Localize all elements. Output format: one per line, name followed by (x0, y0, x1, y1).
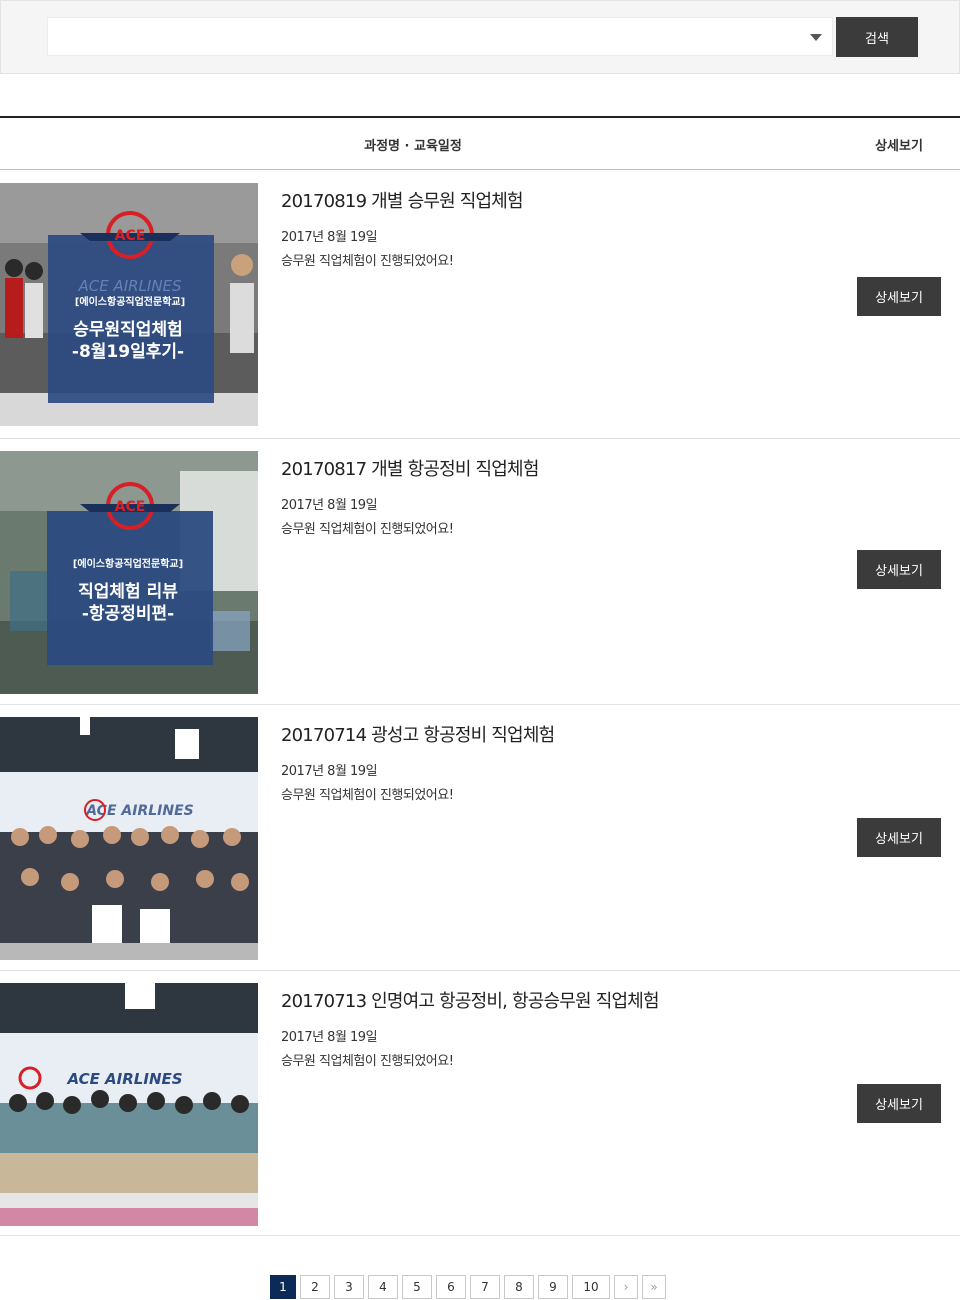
page-link-6[interactable]: 6 (436, 1275, 466, 1299)
row-title[interactable]: 20170819 개별 승무원 직업체험 (281, 187, 524, 213)
thumb-school-text: [에이스항공직업전문학교] (75, 295, 185, 308)
search-category-select[interactable] (47, 17, 833, 56)
detail-button[interactable]: 상세보기 (857, 818, 941, 857)
detail-button[interactable]: 상세보기 (857, 277, 941, 316)
svg-text:ACE: ACE (115, 228, 146, 244)
brand-text: ACE AIRLINES (77, 277, 182, 295)
page-link-8[interactable]: 8 (504, 1275, 534, 1299)
double-chevron-right-icon[interactable]: » (642, 1275, 666, 1299)
table-header: 과정명 · 교육일정 상세보기 (0, 116, 960, 170)
table-row: ACE ACE AIRLINES [에이스항공직업전문학교] 승무원직업체험 -… (0, 171, 960, 439)
row-date: 2017년 8월 19일 (281, 498, 378, 513)
thumb-school-text: [에이스항공직업전문학교] (73, 557, 183, 570)
detail-button[interactable]: 상세보기 (857, 550, 941, 589)
page-link-5[interactable]: 5 (402, 1275, 432, 1299)
row-thumbnail[interactable]: ACE AIRLINES (0, 983, 258, 1226)
table-row: ACE [에이스항공직업전문학교] 직업체험 리뷰 -항공정비편- 201708… (0, 439, 960, 705)
detail-button[interactable]: 상세보기 (857, 1084, 941, 1123)
row-title[interactable]: 20170713 인명여고 항공정비, 항공승무원 직업체험 (281, 987, 660, 1013)
chevron-right-icon[interactable]: › (614, 1275, 638, 1299)
row-date: 2017년 8월 19일 (281, 764, 378, 779)
header-title-column: 과정명 · 교육일정 (364, 138, 462, 154)
search-bar: 검색 (0, 0, 960, 74)
page-link-9[interactable]: 9 (538, 1275, 568, 1299)
row-thumbnail[interactable]: ACE AIRLINES (0, 717, 258, 960)
row-title[interactable]: 20170817 개별 항공정비 직업체험 (281, 455, 539, 481)
table-row: ACE AIRLINES 20170714 광성고 항공정비 직업체험 2017… (0, 705, 960, 971)
table-row: ACE AIRLINES 20170713 인명여고 항공정비, 항공승무원 직… (0, 971, 960, 1236)
page-link-10[interactable]: 10 (572, 1275, 610, 1299)
thumb-line1: 직업체험 리뷰 (78, 581, 178, 602)
row-thumbnail[interactable]: ACE ACE AIRLINES [에이스항공직업전문학교] 승무원직업체험 -… (0, 183, 258, 426)
row-date: 2017년 8월 19일 (281, 230, 378, 245)
row-title[interactable]: 20170714 광성고 항공정비 직업체험 (281, 721, 555, 747)
search-button[interactable]: 검색 (836, 17, 918, 57)
brand-text: ACE AIRLINES (66, 1070, 182, 1088)
thumb-line1: 승무원직업체험 (73, 319, 182, 340)
row-description: 승무원 직업체험이 진행되었어요! (281, 254, 454, 269)
row-date: 2017년 8월 19일 (281, 1030, 378, 1045)
page-link-2[interactable]: 2 (300, 1275, 330, 1299)
page-link-7[interactable]: 7 (470, 1275, 500, 1299)
pagination: 1 2 3 4 5 6 7 8 9 10 › » (270, 1275, 666, 1299)
row-description: 승무원 직업체험이 진행되었어요! (281, 522, 454, 537)
row-thumbnail[interactable]: ACE [에이스항공직업전문학교] 직업체험 리뷰 -항공정비편- (0, 451, 258, 694)
svg-text:ACE: ACE (115, 499, 146, 515)
page-link-4[interactable]: 4 (368, 1275, 398, 1299)
row-description: 승무원 직업체험이 진행되었어요! (281, 1054, 454, 1069)
chevron-down-icon (810, 34, 822, 41)
page-link-3[interactable]: 3 (334, 1275, 364, 1299)
thumb-line2: -항공정비편- (82, 603, 174, 624)
page-link-1[interactable]: 1 (270, 1275, 296, 1299)
row-description: 승무원 직업체험이 진행되었어요! (281, 788, 454, 803)
header-detail-column: 상세보기 (875, 138, 923, 154)
thumb-line2: -8월19일후기- (72, 341, 184, 362)
